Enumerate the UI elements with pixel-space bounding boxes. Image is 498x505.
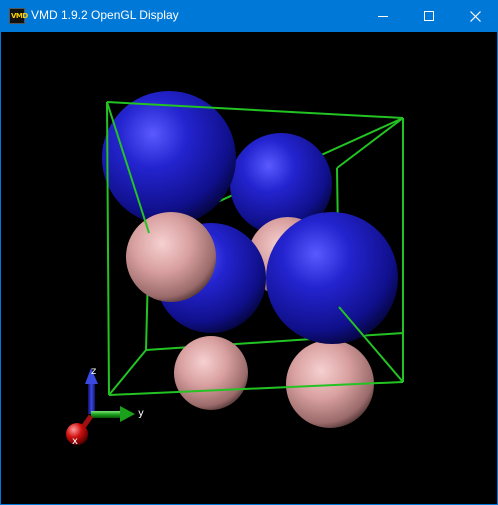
close-icon: [469, 10, 481, 22]
large-atom: [102, 91, 236, 225]
molecule-scene: [66, 91, 404, 445]
cell-edge: [108, 349, 147, 396]
title-bar[interactable]: VMD VMD 1.9.2 OpenGL Display: [0, 0, 498, 32]
opengl-display[interactable]: z y x: [1, 32, 497, 504]
maximize-icon: [424, 11, 434, 21]
close-button[interactable]: [452, 0, 498, 32]
hydrogen-atom: [174, 336, 248, 410]
y-axis-label: y: [138, 408, 144, 419]
x-axis-label: x: [72, 436, 78, 447]
app-icon-text: VMD: [11, 12, 28, 20]
hydrogen-atom: [126, 212, 216, 302]
vmd-window: VMD VMD 1.9.2 OpenGL Display z y x: [0, 0, 498, 505]
y-axis-arrowhead: [120, 406, 135, 422]
y-axis-shaft: [91, 411, 121, 418]
maximize-button[interactable]: [406, 0, 452, 32]
z-axis-label: z: [91, 366, 97, 377]
window-title: VMD 1.9.2 OpenGL Display: [31, 8, 179, 22]
minimize-icon: [378, 16, 388, 17]
axes-indicator: [66, 368, 135, 445]
atoms: [102, 91, 398, 428]
z-axis-shaft: [88, 382, 95, 414]
vmd-app-icon[interactable]: VMD: [9, 8, 28, 24]
minimize-button[interactable]: [360, 0, 406, 32]
large-atom: [266, 212, 398, 344]
